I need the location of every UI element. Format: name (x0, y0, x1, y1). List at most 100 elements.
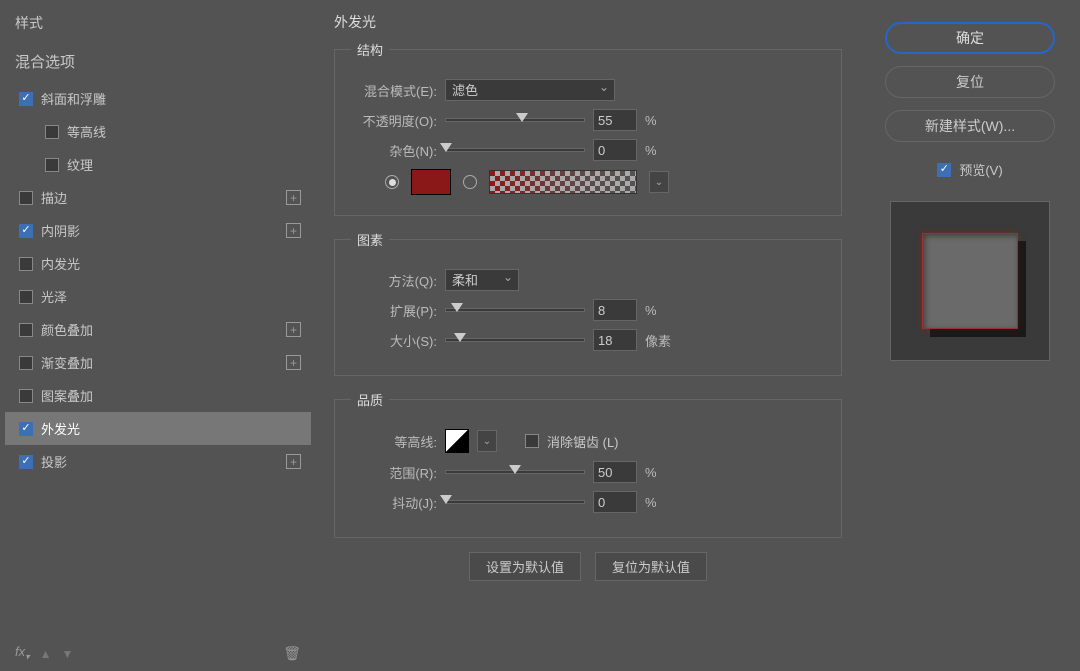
fx-label-text: 内发光 (41, 254, 80, 273)
move-up-icon[interactable]: ▲ (40, 647, 52, 661)
fx-item-5[interactable]: 内发光 (5, 247, 311, 280)
fx-item-4[interactable]: 内阴影 + (5, 214, 311, 247)
gradient-picker[interactable] (489, 170, 637, 194)
fx-checkbox[interactable] (19, 191, 33, 205)
styles-header: 样式 (5, 5, 311, 41)
contour-dropdown-icon[interactable]: ⌄ (477, 430, 497, 452)
fx-label-text: 光泽 (41, 287, 67, 306)
jitter-input[interactable] (593, 491, 637, 513)
fx-checkbox[interactable] (19, 224, 33, 238)
blend-mode-select[interactable]: 滤色 (445, 79, 615, 101)
preview-thumbnail (890, 201, 1050, 361)
fx-label-text: 等高线 (67, 122, 106, 141)
method-select[interactable]: 柔和 (445, 269, 519, 291)
preview-label: 预览(V) (959, 160, 1002, 179)
new-style-button[interactable]: 新建样式(W)... (885, 110, 1055, 142)
move-down-icon[interactable]: ▼ (62, 647, 74, 661)
preview-checkbox[interactable] (937, 163, 951, 177)
set-default-button[interactable]: 设置为默认值 (469, 552, 581, 581)
structure-legend: 结构 (351, 40, 389, 59)
add-effect-icon[interactable]: + (286, 190, 301, 205)
color-radio[interactable] (385, 175, 399, 189)
fx-checkbox[interactable] (19, 323, 33, 337)
fx-item-2[interactable]: 纹理 (5, 148, 311, 181)
fx-checkbox[interactable] (45, 125, 59, 139)
spread-label: 扩展(P): (351, 301, 437, 320)
reset-button[interactable]: 复位 (885, 66, 1055, 98)
color-swatch[interactable] (411, 169, 451, 195)
fx-item-11[interactable]: 投影 + (5, 445, 311, 478)
noise-input[interactable] (593, 139, 637, 161)
fx-checkbox[interactable] (19, 455, 33, 469)
fx-checkbox[interactable] (19, 92, 33, 106)
gradient-radio[interactable] (463, 175, 477, 189)
blend-options[interactable]: 混合选项 (5, 41, 311, 82)
gradient-dropdown-icon[interactable]: ⌄ (649, 171, 669, 193)
reset-default-button[interactable]: 复位为默认值 (595, 552, 707, 581)
fx-menu-icon[interactable]: fx▾ (15, 644, 30, 663)
ok-button[interactable]: 确定 (885, 22, 1055, 54)
opacity-slider[interactable] (445, 118, 585, 122)
opacity-unit: % (645, 113, 675, 128)
fx-label-text: 图案叠加 (41, 386, 93, 405)
opacity-label: 不透明度(O): (351, 111, 437, 130)
fx-item-6[interactable]: 光泽 (5, 280, 311, 313)
fx-item-10[interactable]: 外发光 (5, 412, 311, 445)
fx-item-3[interactable]: 描边 + (5, 181, 311, 214)
jitter-label: 抖动(J): (351, 493, 437, 512)
fx-item-8[interactable]: 渐变叠加+ (5, 346, 311, 379)
add-effect-icon[interactable]: + (286, 355, 301, 370)
range-slider[interactable] (445, 470, 585, 474)
structure-group: 结构 混合模式(E): 滤色 不透明度(O): % 杂色(N): % (334, 40, 842, 216)
size-label: 大小(S): (351, 331, 437, 350)
left-footer: fx▾ ▲ ▼ 🗑 (5, 636, 311, 671)
blend-mode-label: 混合模式(E): (351, 81, 437, 100)
fx-item-7[interactable]: 颜色叠加+ (5, 313, 311, 346)
fx-checkbox[interactable] (45, 158, 59, 172)
fx-checkbox[interactable] (19, 389, 33, 403)
size-slider[interactable] (445, 338, 585, 342)
noise-unit: % (645, 143, 675, 158)
spread-input[interactable] (593, 299, 637, 321)
trash-icon[interactable]: 🗑 (283, 645, 301, 662)
add-effect-icon[interactable]: + (286, 322, 301, 337)
fx-checkbox[interactable] (19, 356, 33, 370)
fx-label-text: 斜面和浮雕 (41, 89, 106, 108)
antialias-checkbox[interactable] (525, 434, 539, 448)
range-input[interactable] (593, 461, 637, 483)
fx-checkbox[interactable] (19, 290, 33, 304)
size-input[interactable] (593, 329, 637, 351)
quality-group: 品质 等高线: ⌄ 消除锯齿 (L) 范围(R): % 抖动(J): % (334, 390, 842, 538)
noise-slider[interactable] (445, 148, 585, 152)
spread-unit: % (645, 303, 675, 318)
contour-label: 等高线: (351, 432, 437, 451)
fx-item-1[interactable]: 等高线 (5, 115, 311, 148)
fx-label-text: 描边 (41, 188, 67, 207)
fx-item-9[interactable]: 图案叠加 (5, 379, 311, 412)
elements-group: 图素 方法(Q): 柔和 扩展(P): % 大小(S): 像素 (334, 230, 842, 376)
add-effect-icon[interactable]: + (286, 454, 301, 469)
fx-label-text: 纹理 (67, 155, 93, 174)
method-label: 方法(Q): (351, 271, 437, 290)
noise-label: 杂色(N): (351, 141, 437, 160)
jitter-unit: % (645, 495, 675, 510)
fx-checkbox[interactable] (19, 422, 33, 436)
fx-label-text: 投影 (41, 452, 67, 471)
range-unit: % (645, 465, 675, 480)
fx-label-text: 内阴影 (41, 221, 80, 240)
jitter-slider[interactable] (445, 500, 585, 504)
size-unit: 像素 (645, 331, 675, 350)
elements-legend: 图素 (351, 230, 389, 249)
antialias-label: 消除锯齿 (L) (547, 432, 619, 451)
opacity-input[interactable] (593, 109, 637, 131)
quality-legend: 品质 (351, 390, 389, 409)
spread-slider[interactable] (445, 308, 585, 312)
fx-item-0[interactable]: 斜面和浮雕 (5, 82, 311, 115)
preview-inner (922, 233, 1018, 329)
range-label: 范围(R): (351, 463, 437, 482)
fx-label-text: 外发光 (41, 419, 80, 438)
fx-list: 斜面和浮雕等高线纹理描边 + 内阴影 + 内发光光泽颜色叠加+渐变叠加+ 图案叠加外发光投… (5, 82, 311, 636)
add-effect-icon[interactable]: + (286, 223, 301, 238)
fx-checkbox[interactable] (19, 257, 33, 271)
contour-picker[interactable] (445, 429, 469, 453)
